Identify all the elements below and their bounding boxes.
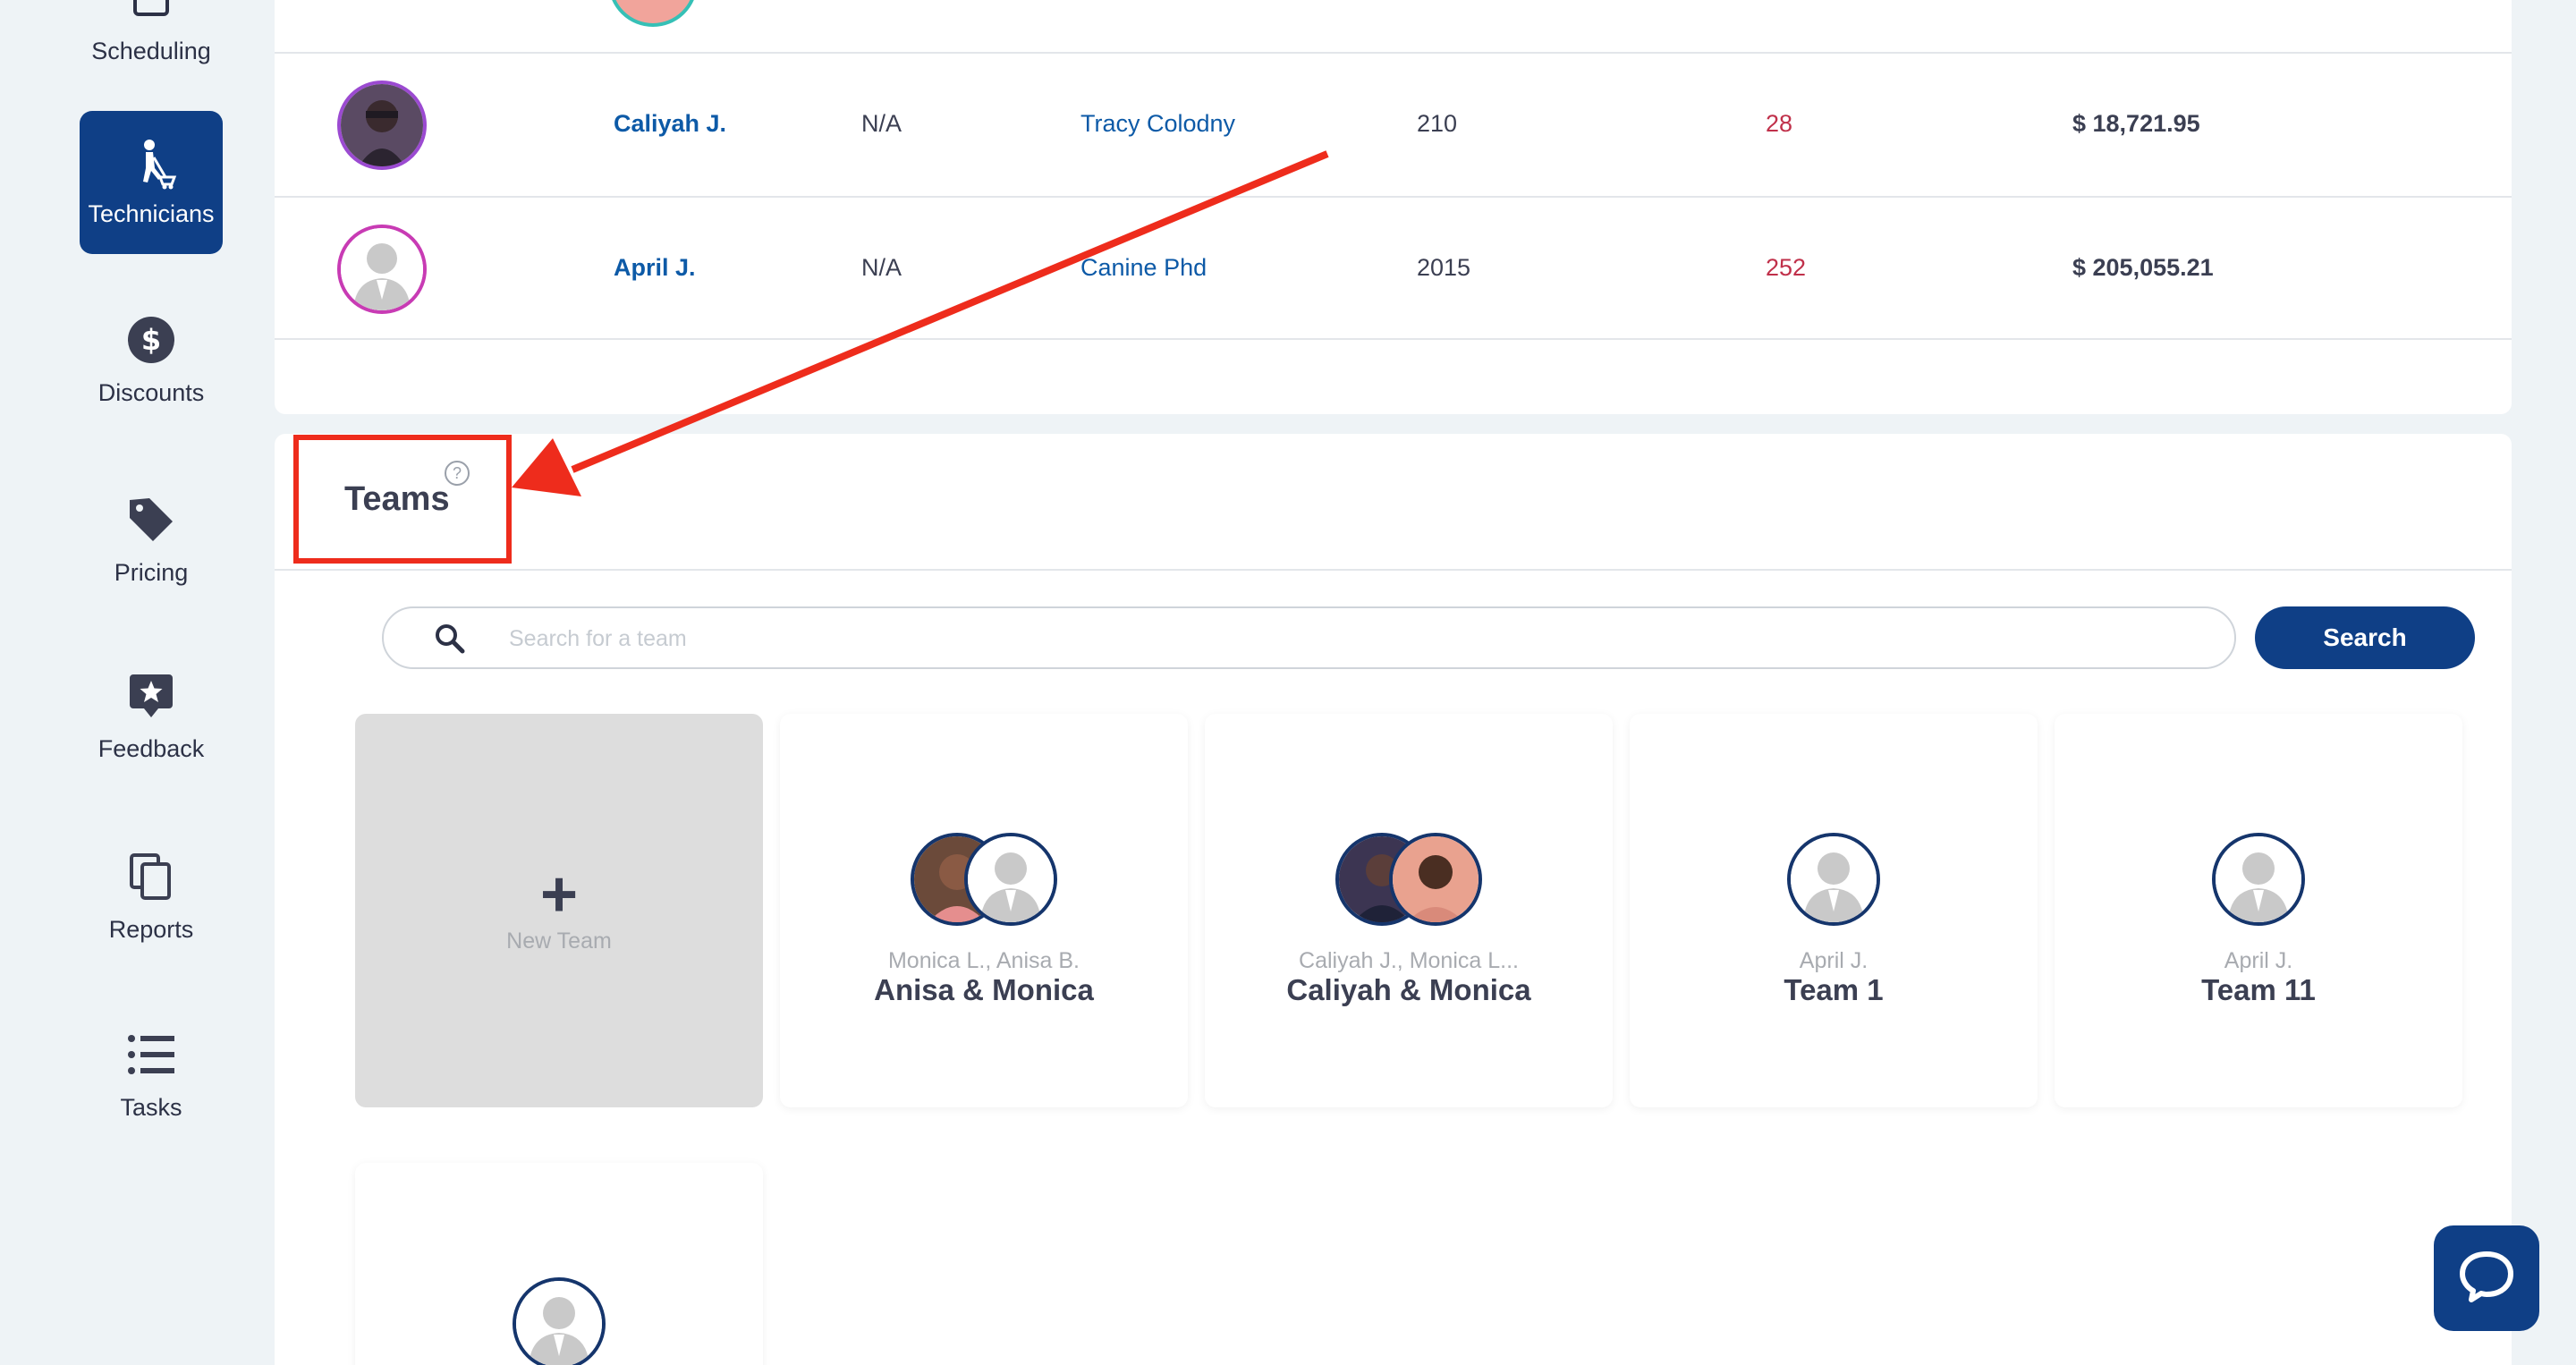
table-row[interactable]: Caliyah J. N/A Tracy Colodny 210 28 $ 18…	[275, 52, 2512, 196]
technician-count-alert: 28	[1766, 110, 1793, 137]
team-members: April J.	[2224, 948, 2293, 973]
search-input[interactable]	[509, 619, 2190, 658]
avatar	[513, 1277, 606, 1365]
sidebar-item-label: Discounts	[97, 379, 205, 406]
calendar-icon	[124, 0, 178, 25]
team-avatars	[513, 1277, 606, 1365]
technician-name-link[interactable]: April J.	[614, 251, 696, 284]
table-row[interactable]: April J. N/A Canine Phd 2015 252 $ 205,0…	[275, 196, 2512, 340]
team-name: Caliyah & Monica	[1286, 973, 1531, 1006]
technician-amount: $ 205,055.21	[2072, 254, 2214, 281]
technician-value: N/A	[861, 110, 902, 137]
sidebar-item-pricing[interactable]: Pricing	[80, 493, 223, 587]
team-avatars	[1335, 833, 1482, 926]
avatar	[964, 833, 1057, 926]
list-icon	[124, 1028, 178, 1081]
dollar-circle-icon: $	[124, 313, 178, 367]
team-card[interactable]: April J. Team 11	[2055, 714, 2462, 1107]
technician-amount: $ 18,721.95	[2072, 110, 2200, 137]
sidebar-item-discounts[interactable]: $ Discounts	[80, 313, 223, 407]
team-members: Monica L., Anisa B.	[887, 948, 1080, 973]
tag-icon	[124, 493, 178, 547]
sidebar-item-label: Feedback	[97, 735, 205, 762]
search-icon	[434, 623, 466, 659]
sidebar-item-label: Tasks	[120, 1094, 182, 1121]
sidebar-item-tasks[interactable]: Tasks	[80, 1028, 223, 1122]
team-name: Team 11	[2201, 973, 2316, 1006]
avatar	[337, 81, 427, 170]
star-badge-icon	[124, 669, 178, 723]
technician-icon	[124, 138, 178, 191]
team-avatars	[911, 833, 1057, 926]
avatar	[2212, 833, 2305, 926]
technician-count-alert: 252	[1766, 254, 1807, 281]
technicians-table: Caliyah J. N/A Tracy Colodny 210 28 $ 18…	[275, 0, 2512, 414]
team-search-box	[382, 606, 2236, 669]
team-card[interactable]: April J. Team 1	[1630, 714, 2038, 1107]
new-team-card[interactable]: + New Team	[355, 714, 763, 1107]
team-card[interactable]: Caliyah J., Monica L... Caliyah & Monica	[1205, 714, 1613, 1107]
team-name: Anisa & Monica	[874, 973, 1094, 1006]
copy-icon	[124, 850, 178, 903]
team-avatars	[2212, 833, 2305, 926]
chat-bubble-icon	[2457, 1249, 2516, 1309]
technician-name-link[interactable]: Caliyah J.	[614, 107, 726, 140]
sidebar-item-technicians[interactable]: Technicians	[80, 111, 223, 254]
avatar	[608, 0, 698, 27]
sidebar-item-scheduling[interactable]: Scheduling	[80, 0, 223, 65]
team-card[interactable]	[355, 1163, 763, 1365]
avatar	[1389, 833, 1482, 926]
technician-count: 2015	[1417, 254, 1471, 281]
teams-header: Teams ?	[275, 434, 2512, 571]
svg-text:$: $	[141, 323, 161, 357]
team-members: April J.	[1799, 948, 1868, 973]
team-avatars	[1787, 833, 1880, 926]
chat-button[interactable]	[2434, 1225, 2539, 1331]
sidebar-item-label: Pricing	[114, 559, 189, 586]
search-button[interactable]: Search	[2255, 606, 2475, 669]
sidebar-item-reports[interactable]: Reports	[80, 850, 223, 944]
annotation-highlight-box	[293, 435, 512, 564]
client-link[interactable]: Tracy Colodny	[1080, 107, 1235, 140]
technician-value: N/A	[861, 254, 902, 281]
team-members: Caliyah J., Monica L...	[1299, 948, 1519, 973]
sidebar-item-feedback[interactable]: Feedback	[80, 669, 223, 763]
team-card[interactable]: Monica L., Anisa B. Anisa & Monica	[780, 714, 1188, 1107]
sidebar: Scheduling Technicians $ Discounts Prici…	[0, 0, 275, 1365]
sidebar-item-label: Reports	[108, 916, 194, 943]
client-link[interactable]: Canine Phd	[1080, 251, 1207, 284]
new-team-label: New Team	[506, 928, 612, 954]
avatar	[337, 225, 427, 314]
avatar	[1787, 833, 1880, 926]
plus-icon: +	[539, 858, 579, 930]
teams-panel: Teams ? Search + New Team Monica L., Ani…	[275, 434, 2512, 1365]
team-name: Team 1	[1784, 973, 1884, 1006]
sidebar-item-label: Technicians	[88, 199, 215, 227]
technician-count: 210	[1417, 110, 1458, 137]
sidebar-item-label: Scheduling	[91, 38, 211, 64]
